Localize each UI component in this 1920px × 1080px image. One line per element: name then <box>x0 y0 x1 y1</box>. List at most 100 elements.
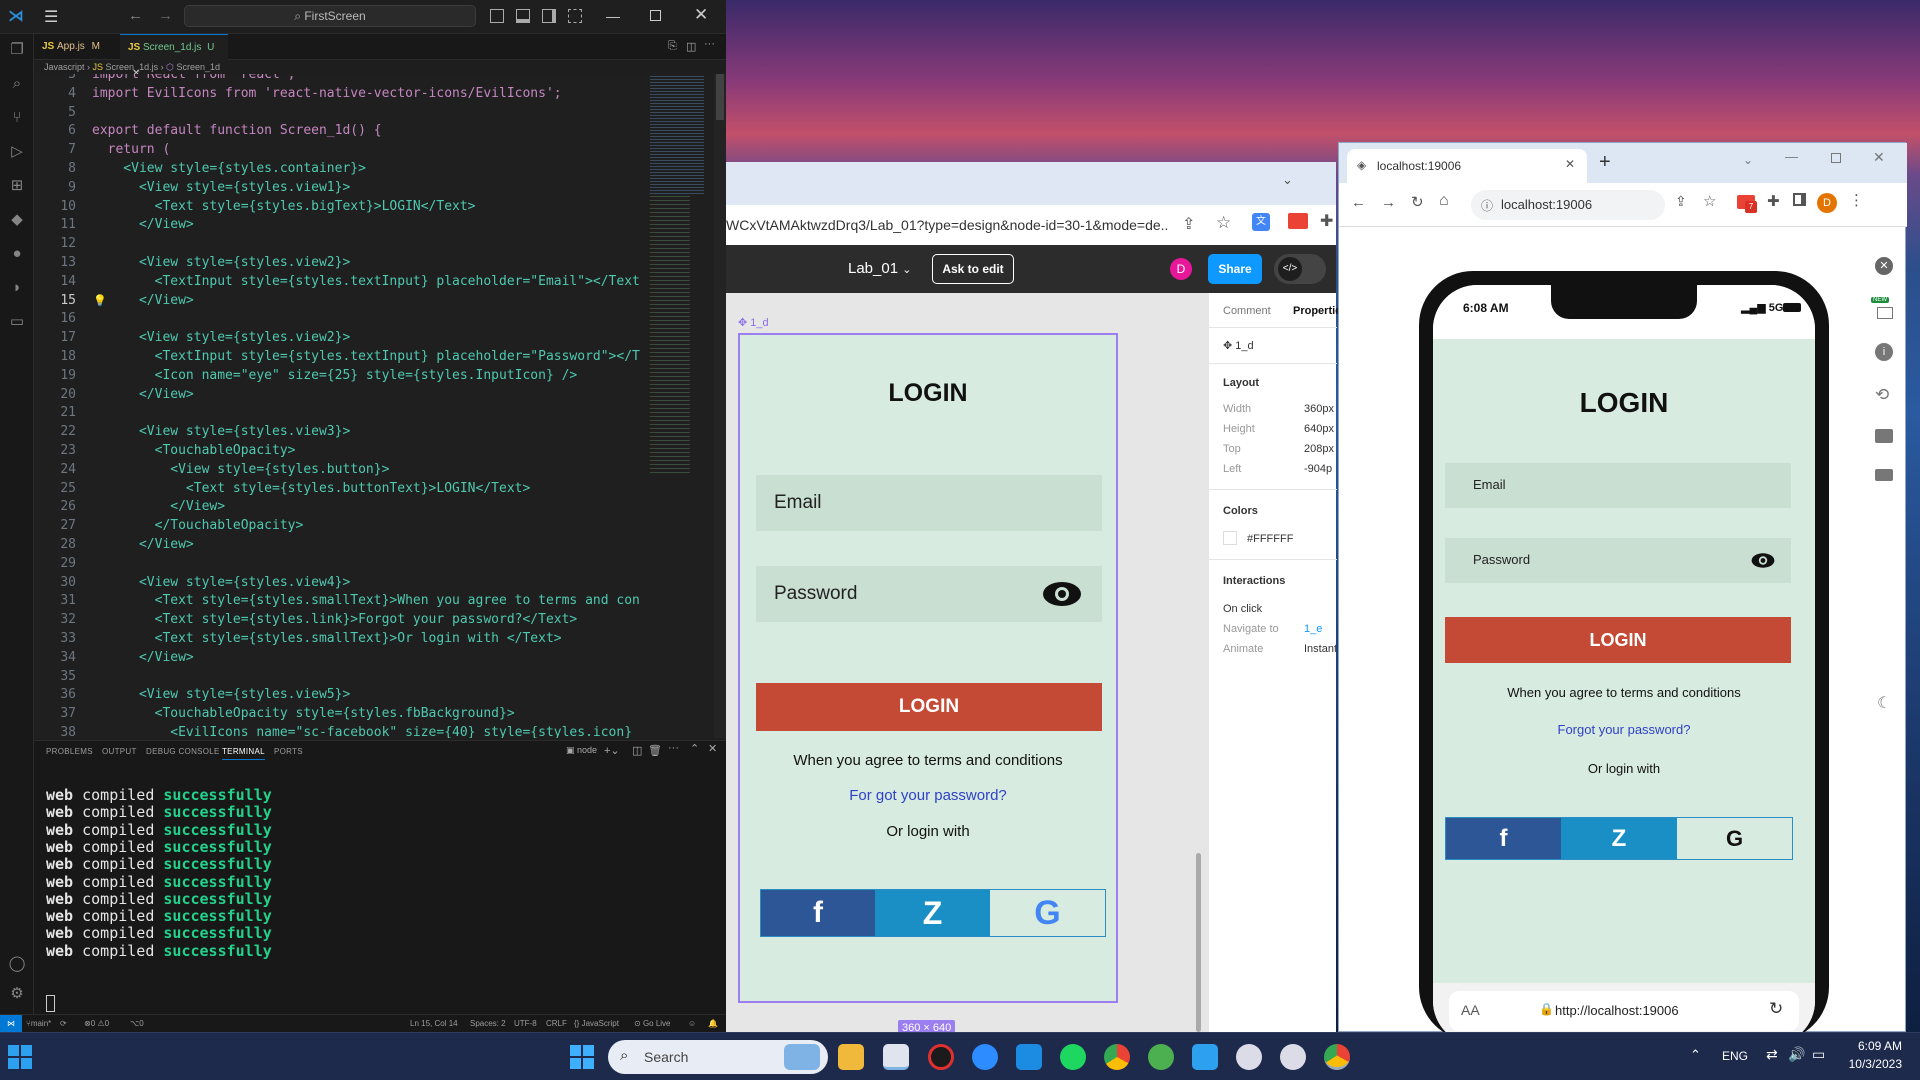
code-line[interactable]: 19 <Icon name="eye" size={25} style={sty… <box>34 367 640 386</box>
code-line[interactable]: 17 <View style={styles.view2}> <box>34 329 640 348</box>
search-icon[interactable]: ⌕ <box>7 74 27 94</box>
translate-icon[interactable]: 文 <box>1252 213 1270 231</box>
code-line[interactable]: 38 <EvilIcons name="sc-facebook" size={4… <box>34 724 640 738</box>
code-line[interactable]: 14 <TextInput style={styles.textInput} p… <box>34 273 640 292</box>
chrome-profile-icon[interactable] <box>1324 1044 1350 1070</box>
code-line[interactable]: 27 </TouchableOpacity> <box>34 517 640 536</box>
device-frame-icon[interactable] <box>1877 307 1893 319</box>
code-line[interactable]: 23 <TouchableOpacity> <box>34 442 640 461</box>
notifications-bell-icon[interactable]: 🔔 <box>708 1015 718 1033</box>
notepad-icon[interactable] <box>1192 1044 1218 1070</box>
code-line[interactable]: 30 <View style={styles.view4}> <box>34 574 640 593</box>
code-line[interactable]: 9 <View style={styles.view1}> <box>34 179 640 198</box>
password-input[interactable]: Password <box>1445 538 1791 583</box>
toggle-panel-icon[interactable] <box>516 9 530 23</box>
scrollbar-thumb[interactable] <box>716 74 724 120</box>
code-line[interactable]: 20 </View> <box>34 386 640 405</box>
more-actions-icon[interactable]: ··· <box>668 742 679 754</box>
code-line[interactable]: 21 <box>34 404 640 423</box>
network-icon[interactable]: ⇄ <box>1766 1046 1778 1063</box>
code-line[interactable]: 3 import React from 'react'; <box>34 74 640 85</box>
obs-record-icon[interactable] <box>928 1044 954 1070</box>
snipping-tool-icon[interactable] <box>883 1044 909 1070</box>
layer-row[interactable]: ✥ 1_d <box>1223 339 1254 352</box>
go-live-button[interactable]: ⊙ Go Live <box>634 1015 671 1033</box>
app-icon[interactable] <box>1280 1044 1306 1070</box>
code-line[interactable]: 36 <View style={styles.view5}> <box>34 686 640 705</box>
lightbulb-icon[interactable]: 💡 <box>93 294 107 307</box>
code-line[interactable]: 8 <View style={styles.container}> <box>34 160 640 179</box>
figma-frame-1d[interactable]: LOGIN Email Password LOGIN When you agre… <box>738 333 1118 1003</box>
code-line[interactable]: 5 <box>34 104 640 123</box>
login-button[interactable]: LOGIN <box>1445 617 1791 663</box>
toggle-sidebar-icon[interactable] <box>490 9 504 23</box>
explorer-icon[interactable]: ❐ <box>7 40 27 60</box>
forward-arrow-icon[interactable]: → <box>1381 194 1396 211</box>
rotate-icon[interactable]: ⟲ <box>1875 385 1889 405</box>
copilot-icon[interactable]: ☺ <box>688 1015 696 1033</box>
file-name-menu[interactable]: Lab_01 ⌄ <box>848 260 911 277</box>
gmail-icon[interactable]: 7 <box>1737 195 1757 213</box>
source-control-icon[interactable]: ⑂ <box>7 108 27 128</box>
menu-icon[interactable]: ☰ <box>44 7 58 27</box>
code-line[interactable]: 25 <Text style={styles.buttonText}>LOGIN… <box>34 480 640 499</box>
home-icon[interactable]: ⌂ <box>1439 192 1449 210</box>
new-tab-icon[interactable]: + <box>1599 151 1611 174</box>
ports-indicator[interactable]: ⌥0 <box>130 1015 144 1033</box>
chevron-down-icon[interactable]: ⌄ <box>1282 172 1293 188</box>
google-button[interactable]: G <box>1677 818 1792 859</box>
address-bar[interactable]: ⓘ localhost:19006 <box>1471 190 1665 220</box>
extensions-icon[interactable]: ✚ <box>1320 211 1333 231</box>
tab-terminal[interactable]: TERMINAL <box>222 747 265 760</box>
tab-debug-console[interactable]: DEBUG CONSOLE <box>146 747 220 756</box>
dev-mode-toggle[interactable]: </> <box>1274 254 1326 284</box>
back-arrow-icon[interactable]: ← <box>1351 194 1366 211</box>
code-line[interactable]: 34 </View> <box>34 649 640 668</box>
new-terminal-icon[interactable]: +⌄ <box>604 744 620 757</box>
encoding[interactable]: UTF-8 <box>514 1015 537 1033</box>
password-field[interactable]: Password <box>756 566 1102 622</box>
tab-ports[interactable]: PORTS <box>274 747 303 756</box>
share-page-icon[interactable]: ⇪ <box>1182 214 1195 234</box>
chrome-icon[interactable] <box>1104 1044 1130 1070</box>
code-line[interactable]: 33 <Text style={styles.smallText}>Or log… <box>34 630 640 649</box>
extensions-icon[interactable]: ⊞ <box>7 176 27 196</box>
forgot-password-link[interactable]: For got your password? <box>740 787 1116 804</box>
chevron-up-icon[interactable]: ⌃ <box>1690 1047 1701 1063</box>
ask-to-edit-button[interactable]: Ask to edit <box>932 254 1014 284</box>
screenshot-camera-icon[interactable] <box>1875 429 1893 443</box>
bookmark-star-icon[interactable]: ☆ <box>1216 213 1231 233</box>
volume-icon[interactable]: 🔊 <box>1788 1046 1805 1063</box>
start-button-icon[interactable] <box>570 1045 594 1069</box>
more-actions-icon[interactable]: ··· <box>704 38 715 50</box>
code-line[interactable]: 7 return ( <box>34 141 640 160</box>
tab-output[interactable]: OUTPUT <box>102 747 137 756</box>
tab-comment[interactable]: Comment <box>1223 305 1271 317</box>
code-line[interactable]: 18 <TextInput style={styles.textInput} p… <box>34 348 640 367</box>
reader-aa-button[interactable]: AA <box>1461 1002 1480 1018</box>
code-editor[interactable]: 3 import React from 'react'; 4 import EvilI… <box>34 74 640 738</box>
sync-icon[interactable]: ⟳ <box>60 1015 67 1033</box>
eye-icon[interactable] <box>1042 580 1082 608</box>
zalo-button[interactable]: Z <box>875 890 990 936</box>
email-field[interactable]: Email <box>756 475 1102 531</box>
zalo-button[interactable]: Z <box>1561 818 1677 859</box>
maximize-panel-icon[interactable]: ⌃ <box>690 742 699 755</box>
chrome-tab[interactable]: ◈ localhost:19006 ✕ <box>1347 149 1587 183</box>
code-line[interactable]: 11 </View> <box>34 216 640 235</box>
share-page-icon[interactable]: ⇪ <box>1675 193 1687 210</box>
breadcrumb-item[interactable]: Screen_1d <box>176 62 220 72</box>
code-line[interactable]: 29 <box>34 555 640 574</box>
maximize-icon[interactable] <box>650 10 661 21</box>
trash-icon[interactable]: 🗑 <box>648 744 662 757</box>
terminal-selector[interactable]: ▣ node <box>566 745 597 756</box>
open-changes-icon[interactable]: ⎘ <box>668 40 677 53</box>
eye-icon[interactable] <box>1751 552 1775 569</box>
tab-app-js[interactable]: JS App.js M <box>34 34 120 60</box>
tab-close-icon[interactable]: ✕ <box>1565 157 1575 171</box>
side-panel-icon[interactable] <box>1793 193 1806 206</box>
zoom-icon[interactable] <box>972 1044 998 1070</box>
safari-address-bar[interactable]: AA 🔒 http://localhost:19006 ↻ <box>1449 991 1799 1031</box>
record-video-icon[interactable] <box>1875 469 1893 481</box>
clock-date[interactable]: 10/3/2023 <box>1836 1057 1902 1071</box>
